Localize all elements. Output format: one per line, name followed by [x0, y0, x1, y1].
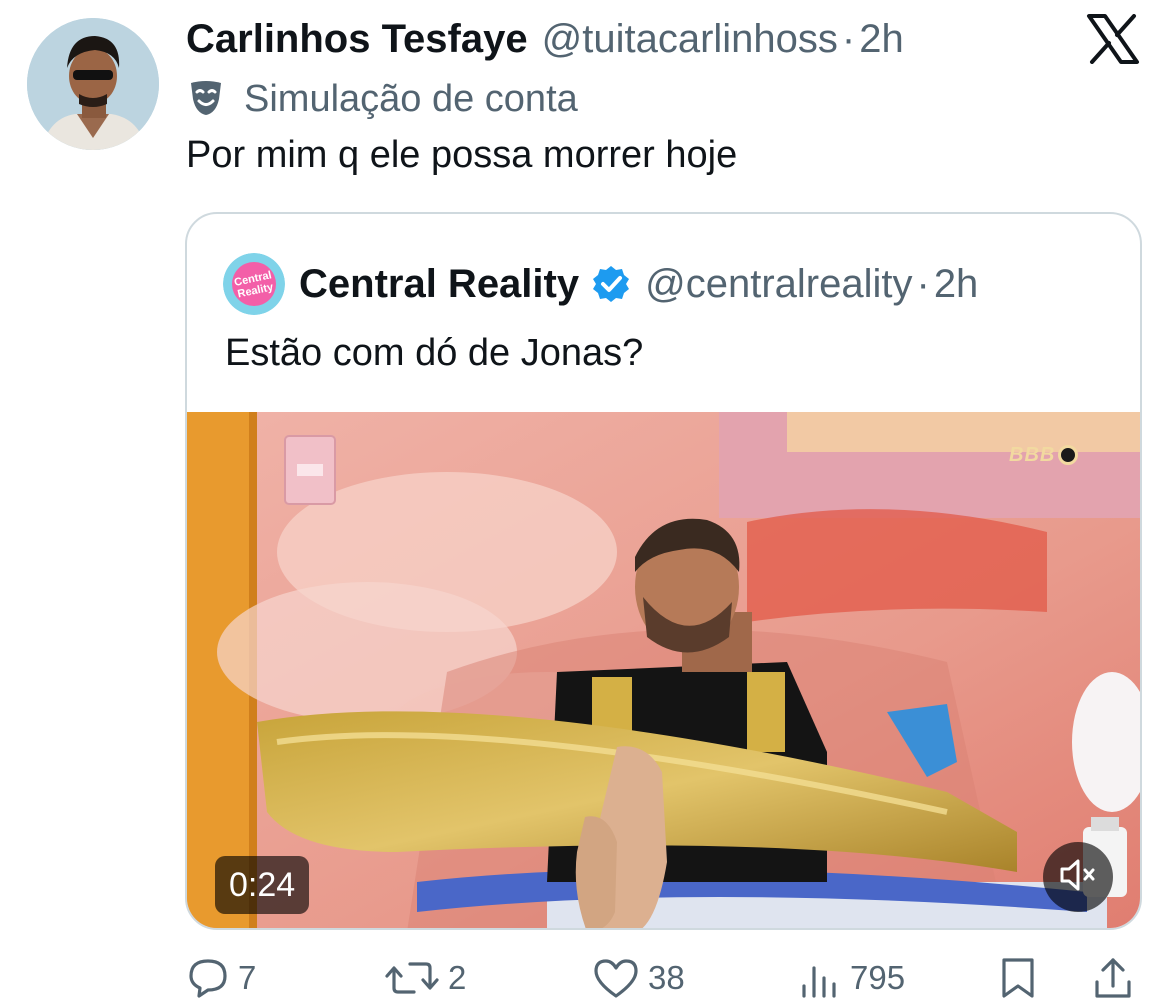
- watermark-eye-icon: [1058, 445, 1079, 465]
- author-name[interactable]: Carlinhos Tesfaye: [186, 17, 528, 62]
- separator-dot: ·: [841, 16, 856, 61]
- reply-count: 7: [238, 959, 257, 996]
- account-label-text: Simulação de conta: [244, 77, 578, 120]
- quoted-author-name[interactable]: Central Reality: [299, 262, 579, 307]
- quoted-tweet-header: Central Reality Central Reality @central…: [223, 253, 979, 315]
- quoted-author-avatar[interactable]: Central Reality: [223, 253, 285, 315]
- account-label: Simulação de conta: [186, 76, 578, 122]
- author-handle[interactable]: @tuitacarlinhoss: [542, 17, 838, 62]
- quoted-tweet-text: Estão com dó de Jonas?: [225, 332, 644, 374]
- author-avatar[interactable]: [27, 18, 159, 150]
- reply-button[interactable]: 7: [186, 955, 256, 1001]
- heart-icon: [592, 956, 640, 1000]
- watermark-text: BBB: [1009, 443, 1056, 466]
- quoted-tweet-time[interactable]: 2h: [934, 262, 979, 307]
- video-watermark: BBB: [1009, 442, 1079, 468]
- video-duration-badge: 0:24: [215, 856, 310, 914]
- views-count: 795: [850, 959, 906, 996]
- speaker-muted-icon: [1058, 857, 1098, 898]
- analytics-bars-icon: [798, 956, 842, 1000]
- quoted-separator-dot: ·: [916, 261, 930, 306]
- repost-count: 2: [448, 959, 467, 996]
- x-logo-icon: [1086, 14, 1140, 64]
- like-button[interactable]: 38: [592, 955, 685, 1001]
- tweet-header: Carlinhos Tesfaye @tuitacarlinhoss · 2h: [186, 14, 904, 64]
- video-player[interactable]: BBB 0:24: [187, 412, 1140, 928]
- share-button[interactable]: [1092, 955, 1134, 1001]
- mute-button[interactable]: [1043, 842, 1113, 912]
- tweet-time[interactable]: 2h: [859, 17, 904, 62]
- theater-masks-icon: [186, 77, 226, 122]
- bookmark-button[interactable]: [998, 955, 1038, 1001]
- quoted-author-handle[interactable]: @centralreality: [645, 262, 912, 307]
- repost-button[interactable]: 2: [384, 955, 466, 1001]
- tweet-text: Por mim q ele possa morrer hoje: [186, 134, 738, 176]
- quoted-tweet-card[interactable]: Central Reality Central Reality @central…: [185, 212, 1142, 930]
- verified-badge-icon: [591, 264, 631, 304]
- tweet-action-bar: 7 2 38 795: [186, 955, 1146, 1001]
- reply-icon: [186, 956, 230, 1000]
- like-count: 38: [648, 959, 685, 996]
- views-button[interactable]: 795: [798, 955, 905, 1001]
- video-frame: [187, 412, 1140, 928]
- repost-icon: [384, 956, 440, 1000]
- bookmark-icon: [998, 956, 1038, 1000]
- share-icon: [1092, 956, 1134, 1000]
